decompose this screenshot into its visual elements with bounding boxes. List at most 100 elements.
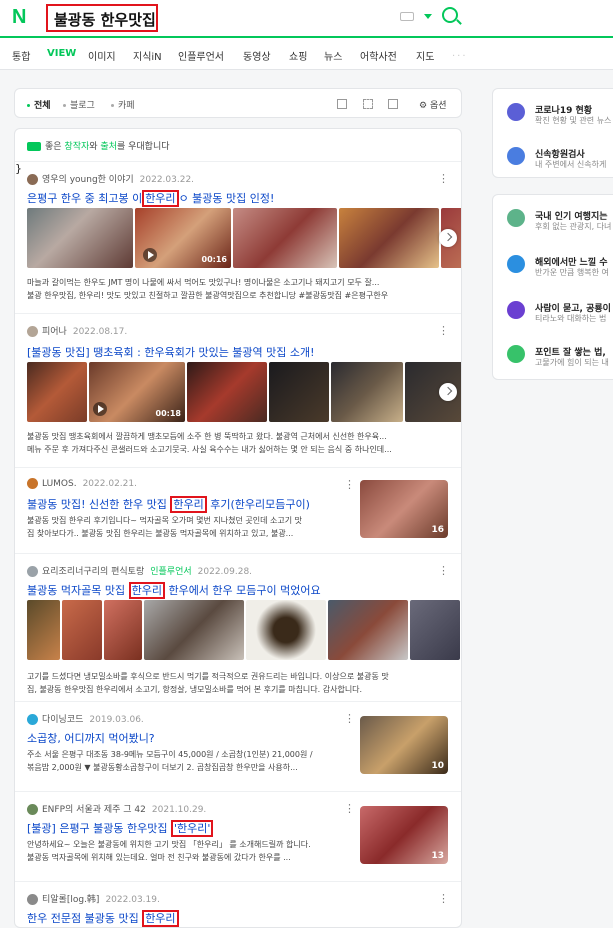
filter-blog[interactable]: 블로그 [63,98,95,111]
keyword-highlight: '한우리' [171,820,214,837]
side-item-sub: 내 주변에서 신속하게 [535,160,607,169]
tab-all[interactable]: 통합 [12,48,30,63]
post-date: 2022.09.28. [197,567,253,577]
avatar [27,566,38,577]
tab-video[interactable]: 동영상 [243,48,271,63]
mountain-icon [507,209,525,227]
title-text: 불광동 맛집! 신선한 한우 맛집 [27,498,171,511]
dot-icon [63,104,66,107]
post-description: 불광 한우맛집, 한우리! 맛도 맛있고 친절하고 깔끔한 불광역맛집으로 추천… [27,291,389,300]
point-icon [507,345,525,363]
post-author[interactable]: 티알롤[log.韩] 2022.03.19. [27,892,160,905]
post-item: 요리조리너구리의 편식토랑 인플루언서 2022.09.28. ⋮ 불광동 먹자골목… [15,553,461,699]
tab-view[interactable]: VIEW [47,48,76,59]
influencer-badge: 인플루언서 [150,567,192,577]
more-tabs-icon[interactable]: ··· [452,51,468,62]
card-view-icon[interactable] [388,99,398,109]
next-arrow-icon[interactable] [439,229,457,247]
author-name: LUMOS. [42,479,77,489]
airplane-icon [507,255,525,273]
title-text: 불광동 먹자골목 맛집 [27,584,129,597]
title-text: 한우에서 한우 모듬구이 먹었어요 [164,584,321,597]
post-title[interactable]: 불광동 먹자골목 맛집 한우리 한우에서 한우 모듬구이 먹었어요 [27,582,321,599]
filter-all-label: 전체 [34,101,51,111]
more-options-icon[interactable]: ⋮ [438,892,449,905]
list-view-icon[interactable] [337,99,347,109]
notice-source-link[interactable]: 출처 [100,142,117,152]
video-thumbnail: 00:18 [89,362,185,422]
search-icon[interactable] [442,7,458,23]
side-panel-info: 코로나19 현황 확진 현황 및 관련 뉴스 신속항원검사 내 주변에서 신속하… [492,88,613,178]
post-description: 메뉴 주문 후 가져다주신 콘샐러드와 소고기뭇국. 사실 육수수는 내가 싫어… [27,445,392,454]
post-thumbnail[interactable]: 16 [360,480,448,538]
post-date: 2022.02.21. [82,479,137,489]
search-input[interactable]: 불광동 한우맛집 [46,4,158,32]
author-name: 영우의 young한 이야기 [42,175,134,185]
naver-logo[interactable]: N [12,6,30,28]
author-name: ENFP의 서울과 제주 그 42 [42,805,146,815]
author-name: 다이닝코드 [42,715,84,725]
filter-cafe[interactable]: 카페 [111,98,135,111]
post-author[interactable]: 다이닝코드 2019.03.06. [27,712,144,725]
post-author[interactable]: 피어나 2022.08.17. [27,324,127,337]
post-title[interactable]: [불광] 은평구 불광동 한우맛집 '한우리' [27,820,214,837]
tab-shopping[interactable]: 쇼핑 [289,48,307,63]
more-options-icon[interactable]: ⋮ [438,324,449,337]
post-description: 안녕하세요~ 오늘은 불광동에 위치한 고기 맛집 「한우리」 를 소개해드릴까… [27,840,311,849]
chevron-down-icon[interactable] [424,14,432,19]
play-icon [93,402,107,416]
post-thumbnail[interactable]: 13 [360,806,448,864]
more-options-icon[interactable]: ⋮ [438,172,449,185]
thumbnail [27,208,133,268]
thumbnail [104,600,142,660]
tab-influencer[interactable]: 인플루언서 [178,48,224,63]
post-title[interactable]: 소곱창, 어디까지 먹어봤니? [27,730,155,746]
search-header: N 불광동 한우맛집 [0,0,613,38]
post-author[interactable]: ENFP의 서울과 제주 그 42 2021.10.29. [27,802,206,815]
more-options-icon[interactable]: ⋮ [344,478,355,491]
tab-image[interactable]: 이미지 [88,48,116,63]
creator-notice: 좋은 창작자와 출처를 우대합니다 [27,139,170,152]
keyword-highlight: 한우리 [142,190,179,207]
image-count: 10 [431,761,444,771]
filter-all[interactable]: 전체 [27,98,51,111]
options-button[interactable]: ⚙ 옵션 [419,98,447,111]
post-description: 불광동 먹자골목에 위치해 있는데요. 얼마 전 친구와 불광동에 갔다가 한우… [27,853,291,862]
post-author[interactable]: 영우의 young한 이야기 2022.03.22. [27,172,194,185]
post-date: 2022.03.22. [139,175,195,185]
thumbnail [269,362,329,422]
thumbnail-strip[interactable] [27,600,461,660]
post-date: 2021.10.29. [151,805,207,815]
keyboard-icon[interactable] [400,12,414,21]
post-title[interactable]: 한우 전문점 불광동 맛집 한우리 [27,910,179,927]
notice-creator-link[interactable]: 창작자 [64,142,89,152]
post-author[interactable]: 요리조리너구리의 편식토랑 인플루언서 2022.09.28. [27,564,252,577]
more-options-icon[interactable]: ⋮ [438,564,449,577]
thumbnail-strip[interactable]: 00:18 [27,362,461,422]
post-thumbnail[interactable]: 10 [360,716,448,774]
next-arrow-icon[interactable] [439,383,457,401]
post-date: 2019.03.06. [89,715,144,725]
tab-map[interactable]: 지도 [416,48,434,63]
tab-news[interactable]: 뉴스 [324,48,342,63]
dinosaur-icon [507,301,525,319]
author-name: 티알롤[log.韩] [42,895,100,905]
post-title[interactable]: [불광동 맛집] 땡초육회 : 한우육회가 맛있는 불광역 맛집 소개! [27,344,315,360]
keyword-highlight: 한우리 [170,496,207,513]
thumbnail [144,600,244,660]
thumbnail-strip[interactable]: 00:16 [27,208,461,268]
thumbnail [410,600,460,660]
grid-view-icon[interactable] [363,99,373,109]
tab-dictionary[interactable]: 어학사전 [360,48,397,63]
more-options-icon[interactable]: ⋮ [344,802,355,815]
tab-kin[interactable]: 지식iN [133,48,162,63]
more-options-icon[interactable]: ⋮ [344,712,355,725]
thumbnail [331,362,403,422]
filter-blog-label: 블로그 [70,101,95,111]
post-title[interactable]: 불광동 맛집! 신선한 한우 맛집 한우리 후기(한우리모듬구이) [27,496,310,513]
side-item-sub: 티라노와 대화하는 법 [535,314,607,323]
filter-cafe-label: 카페 [118,101,135,111]
post-author[interactable]: LUMOS. 2022.02.21. [27,478,137,489]
post-title[interactable]: 은평구 한우 중 최고봉 이 한우리 ㅇ 불광동 맛집 인정! [27,190,274,207]
post-description: 집, 불광동 한우맛집 한우리에서 소고기, 항정살, 냉모밀소바를 먹어 본 … [27,685,363,694]
